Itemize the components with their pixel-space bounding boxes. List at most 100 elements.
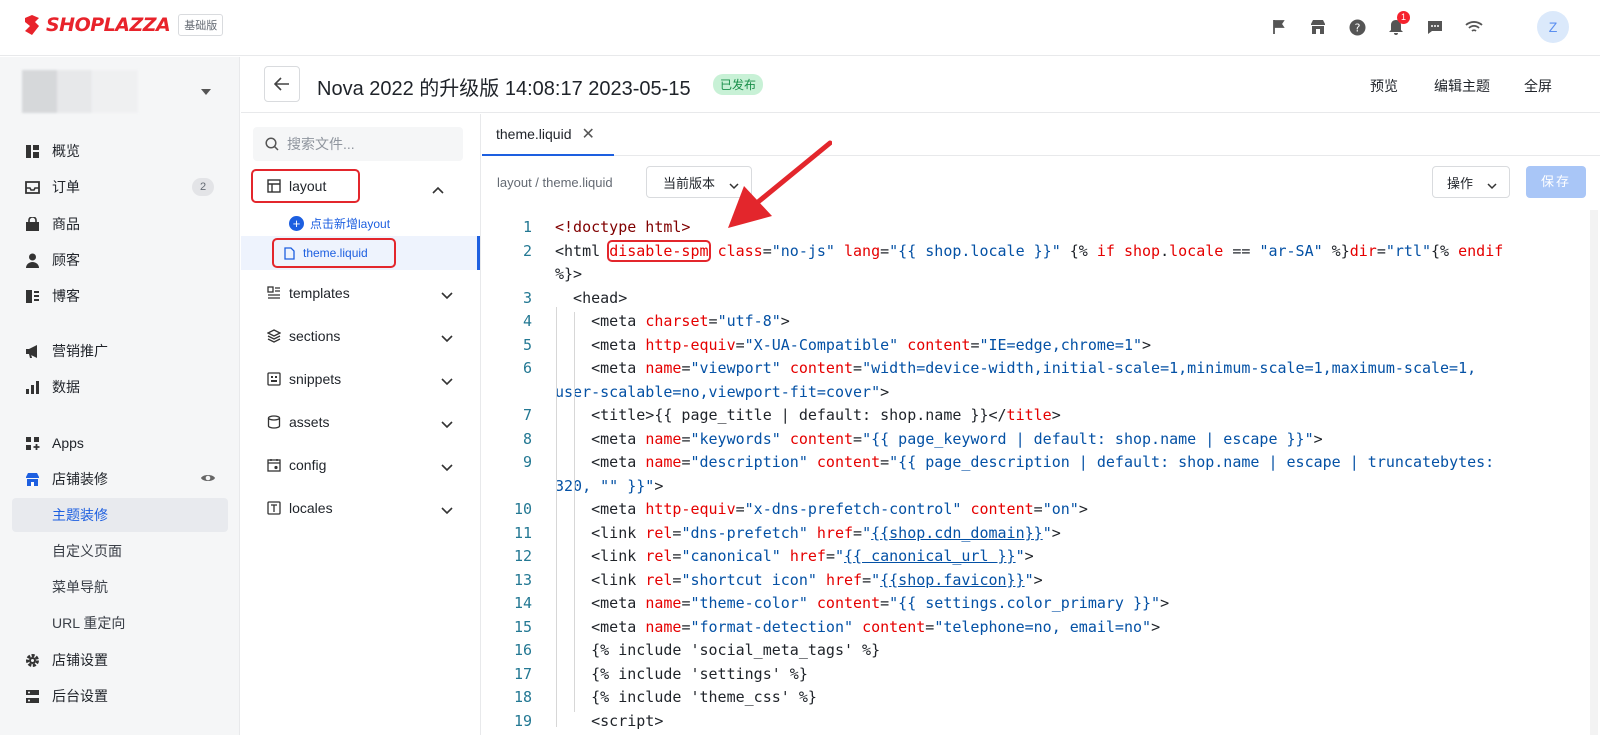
eye-icon[interactable] — [200, 471, 216, 487]
tab-label: theme.liquid — [496, 126, 572, 142]
code-line[interactable]: {% include 'settings' %} — [555, 665, 808, 683]
shoplazza-logo[interactable]: SHOPLAZZA 基础版 — [22, 14, 224, 36]
code-editor-panel: theme.liquid ✕ layout / theme.liquid 当前版… — [482, 114, 1600, 735]
code-token: name — [645, 594, 682, 612]
sidebar-subitem-pages[interactable]: 自定义页面 — [12, 534, 228, 568]
code-line[interactable]: 320, "" }}"> — [555, 477, 663, 495]
code-line[interactable]: <meta http-equiv="x-dns-prefetch-control… — [555, 500, 1088, 518]
message-icon[interactable] — [1424, 16, 1446, 38]
line-number: 14 — [513, 594, 532, 612]
flag-icon[interactable] — [1268, 16, 1290, 38]
sidebar-item-customers[interactable]: 顾客 — [12, 243, 228, 277]
help-icon[interactable]: ? — [1346, 16, 1368, 38]
folder-assets[interactable]: assets — [253, 407, 463, 437]
chevron-down-icon — [441, 459, 453, 475]
file-theme-liquid[interactable]: theme.liquid — [272, 238, 396, 268]
sidebar-item-orders[interactable]: 订单 2 — [12, 170, 228, 204]
back-button[interactable] — [264, 66, 300, 102]
preview-link[interactable]: 预览 — [1370, 76, 1398, 96]
sidebar-item-blog[interactable]: 博客 — [12, 279, 228, 313]
save-button[interactable]: 保存 — [1526, 166, 1586, 198]
code-token: == — [1223, 241, 1260, 260]
version-label: 当前版本 — [663, 175, 716, 191]
code-line[interactable]: <meta name="description" content="{{ pag… — [555, 453, 1494, 471]
folder-snippets[interactable]: snippets — [253, 364, 463, 394]
code-token: name — [645, 617, 682, 636]
code-line[interactable]: %}> — [555, 265, 582, 283]
code-line[interactable]: <meta name="keywords" content="{{ page_k… — [555, 430, 1323, 448]
code-line[interactable]: user-scalable=no,viewport-fit=cover"> — [555, 383, 889, 401]
code-token: content — [816, 453, 881, 471]
sidebar-item-store-settings[interactable]: 店铺设置 — [12, 643, 228, 677]
operations-dropdown[interactable]: 操作 — [1432, 166, 1510, 198]
highlighted-attribute: disable-spm — [607, 239, 711, 262]
code-token: endif — [1458, 241, 1504, 260]
sidebar-item-overview[interactable]: 概览 — [12, 134, 228, 168]
sidebar-item-analytics[interactable]: 数据 — [12, 370, 228, 404]
chevron-up-icon[interactable] — [432, 181, 444, 197]
folder-config[interactable]: config — [253, 450, 463, 480]
sidebar-item-admin-settings[interactable]: 后台设置 — [12, 679, 228, 713]
templates-icon — [267, 286, 281, 300]
sidebar-subitem-themes[interactable]: 主题装修 — [12, 498, 228, 532]
tab-theme-liquid[interactable]: theme.liquid ✕ — [482, 114, 614, 156]
code-line[interactable]: <meta name="theme-color" content="{{ set… — [555, 594, 1169, 612]
bell-icon[interactable]: 1 — [1385, 11, 1410, 38]
code-line[interactable]: <html disable-spm class="no-js" lang="{{… — [555, 239, 1504, 262]
code-line[interactable]: <title>{{ page_title | default: shop.nam… — [555, 406, 1061, 424]
code-line[interactable]: <link rel="shortcut icon" href="{{shop.f… — [555, 571, 1043, 589]
code-token: <meta — [555, 500, 646, 518]
avatar[interactable]: Z — [1537, 11, 1569, 43]
code-line[interactable]: <meta http-equiv="X-UA-Compatible" conte… — [555, 336, 1151, 354]
folder-templates[interactable]: templates — [253, 278, 463, 308]
add-layout-link[interactable]: + 点击新增layout — [289, 215, 390, 232]
search-input[interactable] — [287, 136, 447, 152]
code-line[interactable]: <link rel="dns-prefetch" href="{{shop.cd… — [555, 524, 1061, 542]
wifi-icon[interactable] — [1463, 16, 1485, 38]
code-token: http-equiv — [645, 335, 736, 354]
sidebar-subitem-label: 主题装修 — [52, 507, 108, 523]
code-token: <script> — [555, 711, 664, 730]
code-line[interactable]: <!doctype html> — [555, 218, 690, 236]
sidebar-item-online-store[interactable]: 店铺装修 — [12, 462, 228, 496]
editor-scrollbar[interactable] — [1590, 210, 1598, 735]
file-icon — [284, 246, 295, 260]
sidebar-item-marketing[interactable]: 营销推广 — [12, 334, 228, 368]
file-tree-panel: layout + 点击新增layout theme.liquid templat… — [241, 114, 481, 735]
code-line[interactable]: <meta charset="utf-8"> — [555, 312, 790, 330]
code-token: <link — [555, 547, 646, 565]
status-badge: 已发布 — [713, 74, 764, 95]
code-line[interactable]: <meta name="viewport" content="width=dev… — [555, 359, 1476, 377]
edit-theme-link[interactable]: 编辑主题 — [1434, 76, 1490, 96]
file-search[interactable] — [253, 127, 463, 161]
folder-locales[interactable]: locales — [253, 493, 463, 523]
code-token: "no-js" — [771, 241, 835, 260]
file-row-selected[interactable]: theme.liquid — [241, 236, 480, 270]
code-line[interactable]: {% include 'theme_css' %} — [555, 688, 817, 706]
sidebar: 概览 订单 2 商品 顾客 博客 营销推广 数据 Apps 店铺装修 主题装修 … — [0, 57, 240, 735]
version-select[interactable]: 当前版本 — [646, 166, 752, 198]
store-icon[interactable] — [1307, 16, 1329, 38]
sidebar-subitem-url-redirect[interactable]: URL 重定向 — [12, 606, 228, 640]
folder-label: sections — [289, 328, 341, 344]
code-line[interactable]: {% include 'social_meta_tags' %} — [555, 641, 880, 659]
code-line[interactable]: <link rel="canonical" href="{{ canonical… — [555, 547, 1034, 565]
folder-layout[interactable]: layout — [251, 169, 360, 203]
sidebar-item-apps[interactable]: Apps — [12, 426, 228, 460]
code-line[interactable]: <meta name="format-detection" content="t… — [555, 618, 1160, 636]
code-area[interactable]: 1 <!doctype html> 2 <html disable-spm class… — [482, 210, 1587, 735]
code-line[interactable]: <script> — [555, 712, 663, 730]
code-token: <html — [555, 241, 610, 260]
code-token: "width=device-width,initial-scale=1,mini… — [862, 359, 1477, 377]
apps-icon — [24, 435, 40, 451]
close-icon[interactable]: ✕ — [582, 124, 595, 144]
code-line[interactable]: <head> — [555, 289, 627, 307]
sidebar-item-products[interactable]: 商品 — [12, 207, 228, 241]
fullscreen-link[interactable]: 全屏 — [1524, 76, 1552, 96]
sidebar-subitem-navigation[interactable]: 菜单导航 — [12, 570, 228, 604]
logo-mark-icon — [25, 15, 39, 35]
folder-sections[interactable]: sections — [253, 321, 463, 351]
caret-down-icon[interactable] — [201, 89, 211, 95]
store-switcher-logo[interactable] — [22, 70, 138, 113]
